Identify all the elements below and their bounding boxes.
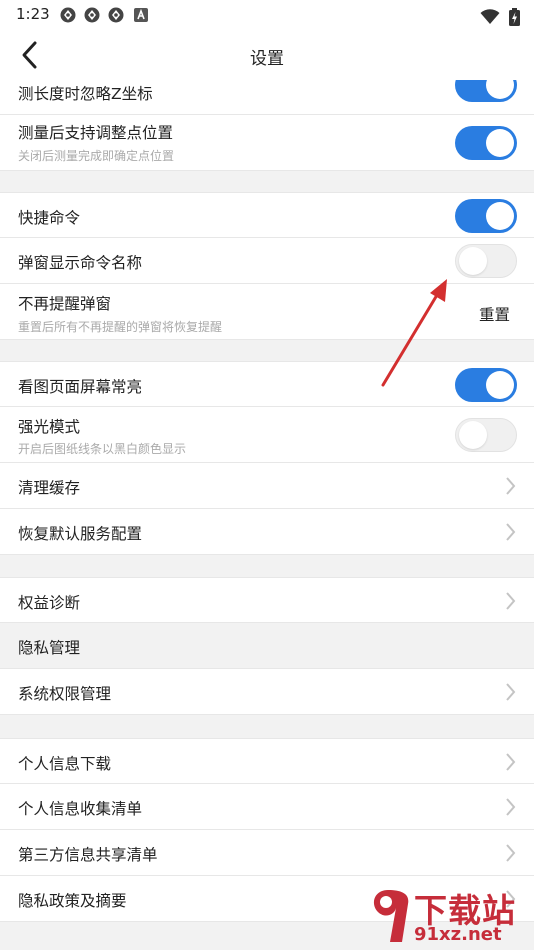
setting-personal-info-download[interactable]: 个人信息下载: [0, 738, 534, 784]
chevron-right-icon: [506, 592, 516, 610]
chevron-right-icon: [506, 844, 516, 862]
settings-list[interactable]: 测长度时忽略Z坐标 测量后支持调整点位置 关闭后测量完成即确定点位置 快捷命令 …: [0, 80, 534, 950]
app-notification-icon: [108, 7, 124, 23]
setting-shortcut-command: 快捷命令: [0, 192, 534, 238]
setting-label: 第三方信息共享清单: [18, 846, 158, 864]
section-title: 隐私管理: [18, 639, 81, 657]
setting-personal-info-collection[interactable]: 个人信息收集清单: [0, 784, 534, 830]
setting-label: 恢复默认服务配置: [18, 525, 143, 543]
setting-screen-always-on: 看图页面屏幕常亮: [0, 361, 534, 407]
watermark-logo: 下载站 91xz.net: [368, 886, 528, 948]
setting-label: 隐私政策及摘要: [18, 892, 127, 910]
setting-measure-adjust: 测量后支持调整点位置 关闭后测量完成即确定点位置: [0, 115, 534, 171]
status-bar: 1:23: [0, 0, 534, 30]
toggle-switch[interactable]: [455, 80, 517, 102]
setting-label: 系统权限管理: [18, 685, 112, 703]
setting-label: 测长度时忽略Z坐标: [18, 85, 153, 103]
chevron-right-icon: [506, 798, 516, 816]
toggle-knob: [459, 421, 487, 449]
toggle-switch[interactable]: [455, 244, 517, 278]
toggle-switch[interactable]: [455, 368, 517, 402]
setting-no-remind-popup: 不再提醒弹窗 重置后所有不再提醒的弹窗将恢复提醒 重置: [0, 284, 534, 340]
setting-popup-command-name: 弹窗显示命令名称: [0, 238, 534, 284]
setting-rights-diagnosis[interactable]: 权益诊断: [0, 577, 534, 623]
privacy-section-header: 隐私管理: [0, 623, 534, 669]
reset-button[interactable]: 重置: [479, 303, 510, 325]
toggle-switch[interactable]: [455, 418, 517, 452]
watermark-mark-icon: [373, 890, 409, 942]
toggle-switch[interactable]: [455, 126, 517, 160]
setting-third-party-sharing[interactable]: 第三方信息共享清单: [0, 830, 534, 876]
setting-label: 测量后支持调整点位置: [18, 124, 174, 142]
setting-label: 个人信息收集清单: [18, 800, 143, 818]
setting-restore-default[interactable]: 恢复默认服务配置: [0, 509, 534, 555]
setting-label: 权益诊断: [18, 594, 81, 612]
title-bar: 设置: [0, 30, 534, 80]
toggle-knob: [486, 202, 514, 230]
a-badge-icon: [134, 8, 148, 22]
setting-high-light-mode: 强光模式 开启后图纸线条以黑白颜色显示: [0, 407, 534, 463]
setting-label: 看图页面屏幕常亮: [18, 378, 143, 396]
status-time: 1:23: [16, 5, 50, 23]
toggle-knob: [486, 371, 514, 399]
setting-system-permissions[interactable]: 系统权限管理: [0, 669, 534, 715]
chevron-right-icon: [506, 477, 516, 495]
chevron-right-icon: [506, 683, 516, 701]
setting-label: 强光模式: [18, 418, 81, 436]
toggle-knob: [486, 80, 514, 99]
page-title: 设置: [250, 49, 284, 69]
toggle-knob: [486, 129, 514, 157]
battery-charging-icon: [509, 7, 520, 26]
app-notification-icon: [60, 7, 76, 23]
setting-label: 快捷命令: [18, 209, 81, 227]
toggle-knob: [459, 247, 487, 275]
chevron-right-icon: [506, 753, 516, 771]
setting-clear-cache[interactable]: 清理缓存: [0, 463, 534, 509]
setting-sublabel: 开启后图纸线条以黑白颜色显示: [18, 442, 187, 456]
setting-label: 弹窗显示命令名称: [18, 254, 143, 272]
setting-sublabel: 关闭后测量完成即确定点位置: [18, 149, 175, 163]
status-right-icons: [480, 6, 520, 26]
setting-label: 个人信息下载: [18, 755, 112, 773]
setting-measure-ignore-z: 测长度时忽略Z坐标: [0, 80, 534, 115]
setting-sublabel: 重置后所有不再提醒的弹窗将恢复提醒: [18, 320, 223, 334]
setting-label: 不再提醒弹窗: [18, 295, 112, 313]
app-notification-icon: [84, 7, 100, 23]
toggle-switch[interactable]: [455, 199, 517, 233]
chevron-right-icon: [506, 523, 516, 541]
watermark-line2: 91xz.net: [414, 924, 502, 945]
setting-label: 清理缓存: [18, 479, 81, 497]
wifi-icon: [480, 8, 500, 24]
